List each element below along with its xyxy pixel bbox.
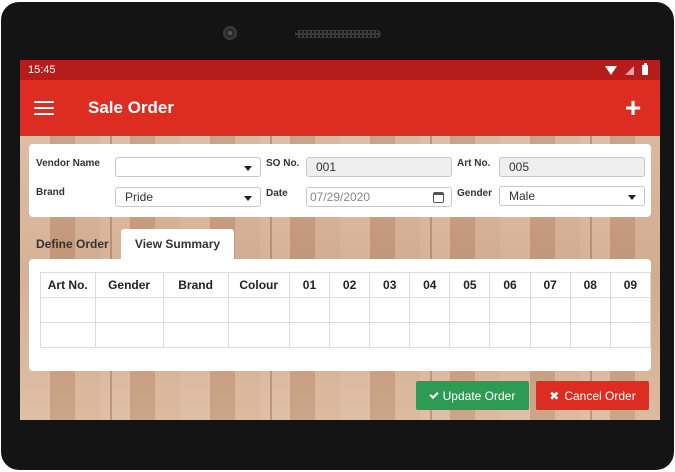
so-no-label: SO No. (266, 158, 300, 169)
cancel-order-button[interactable]: ✖ Cancel Order (536, 381, 649, 410)
column-header: Art No. (40, 272, 96, 298)
column-header: Colour (227, 272, 290, 298)
art-no-field[interactable]: 005 (499, 157, 645, 177)
summary-table-card: Art No. Gender Brand Colour 01 02 03 04 … (29, 259, 651, 371)
plus-icon[interactable]: + (622, 94, 644, 122)
tablet-frame: 15:45 Sale Order + Vendor Name SO No. 00… (1, 2, 674, 470)
battery-icon (642, 63, 648, 75)
column-header: 05 (449, 272, 491, 298)
brand-value: Pride (125, 190, 154, 204)
speaker-grille (295, 30, 381, 38)
calendar-icon[interactable] (433, 192, 444, 203)
chevron-down-icon (244, 196, 252, 201)
date-field[interactable]: 07/29/2020 (306, 187, 452, 207)
art-no-label: Art No. (457, 158, 491, 169)
brand-select[interactable]: Pride (115, 187, 261, 207)
column-header: 03 (369, 272, 411, 298)
status-time: 15:45 (28, 64, 56, 76)
signal-icon (625, 65, 634, 75)
app-bar: Sale Order + (20, 80, 660, 136)
check-icon (429, 389, 439, 399)
status-icons (605, 63, 648, 75)
status-bar: 15:45 (20, 60, 660, 80)
column-header: 09 (609, 272, 651, 298)
vendor-name-label: Vendor Name (36, 158, 100, 169)
gender-value: Male (509, 189, 536, 203)
column-header: 06 (489, 272, 531, 298)
gender-select[interactable]: Male (499, 186, 645, 206)
screen: 15:45 Sale Order + Vendor Name SO No. 00… (20, 60, 660, 420)
chevron-down-icon (244, 166, 252, 171)
update-order-label: Update Order (442, 388, 516, 403)
column-header: 04 (409, 272, 451, 298)
column-header: 08 (569, 272, 611, 298)
date-label: Date (266, 188, 288, 199)
column-header: Gender (94, 272, 164, 298)
column-header: 07 (529, 272, 571, 298)
column-header: 02 (329, 272, 371, 298)
close-icon: ✖ (549, 388, 560, 403)
art-no-value: 005 (509, 160, 530, 174)
camera-icon (223, 26, 237, 40)
gender-label: Gender (457, 188, 493, 199)
so-no-field[interactable]: 001 (306, 157, 452, 177)
date-value: 07/29/2020 (310, 190, 371, 204)
brand-label: Brand (36, 187, 65, 198)
menu-icon[interactable] (34, 101, 54, 115)
so-no-value: 001 (316, 160, 337, 174)
column-header: Brand (162, 272, 229, 298)
cancel-order-label: Cancel Order (564, 388, 636, 403)
table-row (40, 297, 651, 323)
chevron-down-icon (628, 195, 636, 200)
page-title: Sale Order (88, 98, 174, 117)
table-header-row: Art No. Gender Brand Colour 01 02 03 04 … (40, 272, 651, 298)
table-row (40, 322, 651, 348)
wifi-icon (605, 65, 617, 75)
tab-view-summary[interactable]: View Summary (121, 229, 234, 259)
tab-define-order[interactable]: Define Order (36, 237, 109, 251)
order-form: Vendor Name SO No. 001 Art No. 005 Brand… (29, 144, 651, 217)
summary-table: Art No. Gender Brand Colour 01 02 03 04 … (40, 272, 651, 348)
update-order-button[interactable]: Update Order (416, 381, 529, 410)
column-header: 01 (288, 272, 331, 298)
vendor-name-select[interactable] (115, 157, 261, 177)
